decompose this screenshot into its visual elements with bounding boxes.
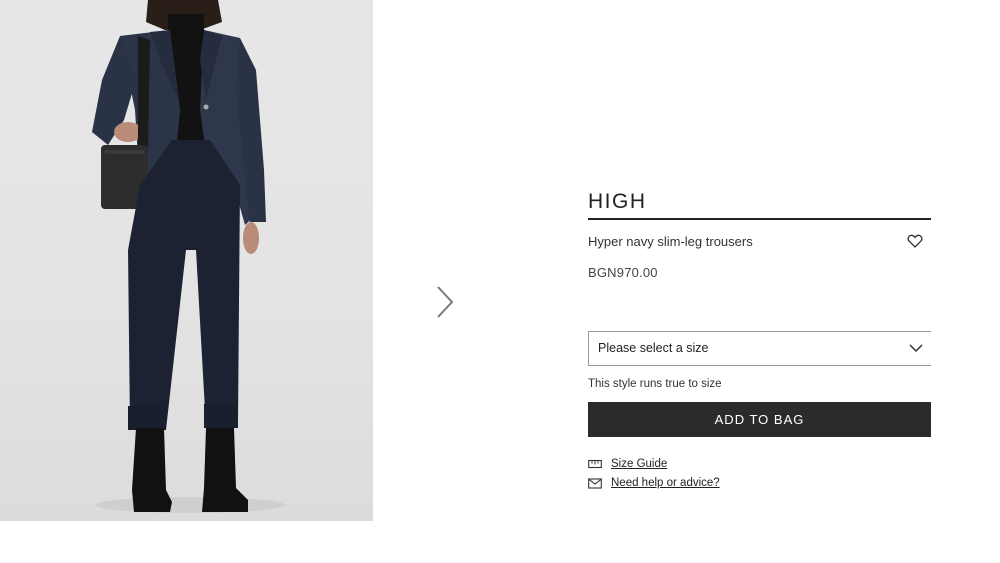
fit-note: This style runs true to size: [588, 378, 722, 390]
product-image[interactable]: [0, 0, 373, 521]
chevron-right-icon: [437, 286, 454, 318]
size-select[interactable]: Please select a size: [588, 331, 931, 366]
wishlist-button[interactable]: [907, 233, 923, 249]
size-guide-row: Size Guide: [588, 458, 667, 470]
model-illustration: [92, 0, 285, 513]
product-name-row: Hyper navy slim-leg trousers: [588, 232, 931, 252]
ruler-icon: [588, 459, 602, 468]
product-price: BGN970.00: [588, 265, 658, 280]
product-name: Hyper navy slim-leg trousers: [588, 234, 753, 249]
envelope-icon: [588, 477, 602, 489]
help-row: Need help or advice?: [588, 477, 720, 489]
next-image-button[interactable]: [432, 284, 458, 320]
chevron-down-icon: [909, 344, 923, 353]
heart-icon: [907, 234, 923, 248]
brand-name[interactable]: HIGH: [588, 188, 931, 220]
add-to-bag-button[interactable]: ADD TO BAG: [588, 402, 931, 437]
size-select-label: Please select a size: [598, 341, 709, 355]
product-details: HIGH Hyper navy slim-leg trousers BGN970…: [588, 188, 931, 282]
help-link[interactable]: Need help or advice?: [611, 477, 720, 489]
size-guide-link[interactable]: Size Guide: [611, 458, 667, 470]
